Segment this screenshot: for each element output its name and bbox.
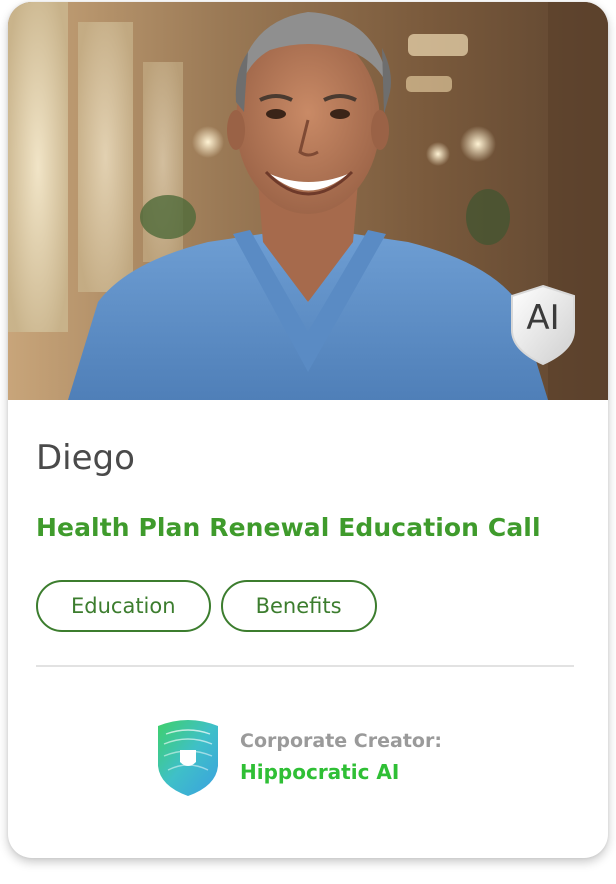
- corporate-creator: Corporate Creator: Hippocratic AI: [154, 716, 442, 798]
- agent-name: Diego: [36, 438, 135, 478]
- agent-card[interactable]: AI Diego Health Plan Renewal Education C…: [8, 2, 608, 858]
- tag-list: Education Benefits: [36, 580, 377, 632]
- agent-title[interactable]: Health Plan Renewal Education Call: [36, 513, 541, 542]
- ai-badge: AI: [510, 284, 576, 366]
- agent-photo: AI: [8, 2, 608, 400]
- ai-badge-label: AI: [526, 298, 560, 338]
- tag-education[interactable]: Education: [36, 580, 211, 632]
- hippocratic-shield-logo-icon: [158, 720, 218, 796]
- creator-name[interactable]: Hippocratic AI: [240, 760, 442, 784]
- creator-label: Corporate Creator:: [240, 730, 442, 752]
- divider: [36, 665, 574, 667]
- tag-benefits[interactable]: Benefits: [220, 580, 377, 632]
